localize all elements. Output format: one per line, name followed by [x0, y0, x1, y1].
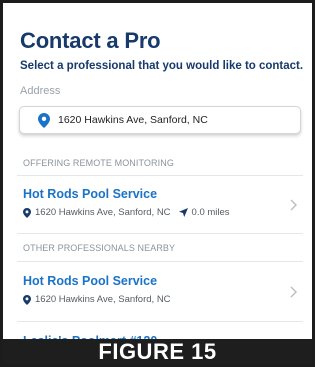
chevron-right-icon	[289, 286, 297, 298]
pro-distance: 0.0 miles	[191, 207, 230, 218]
address-label: Address	[20, 85, 61, 97]
location-pin-icon	[23, 207, 31, 218]
page-subtitle: Select a professional that you would lik…	[20, 60, 304, 72]
section-label-nearby: OTHER PROFESSIONALS NEARBY	[23, 243, 176, 253]
section-label-remote-monitoring: OFFERING REMOTE MONITORING	[23, 158, 174, 168]
figure-caption: FIGURE 15	[3, 339, 312, 364]
pro-name: Hot Rods Pool Service	[23, 187, 158, 201]
pro-meta: 1620 Hawkins Ave, Sanford, NC 0.0 miles	[23, 207, 230, 218]
divider	[17, 233, 303, 234]
pro-address: 1620 Hawkins Ave, Sanford, NC	[35, 207, 171, 218]
pro-address: 1620 Hawkins Ave, Sanford, NC	[35, 294, 171, 305]
pro-list-item[interactable]: Hot Rods Pool Service 1620 Hawkins Ave, …	[17, 187, 303, 233]
screenshot-frame: Contact a Pro Select a professional that…	[0, 0, 315, 367]
pro-name: Hot Rods Pool Service	[23, 274, 158, 288]
divider	[17, 261, 303, 262]
navigation-arrow-icon	[178, 208, 188, 217]
location-pin-icon	[23, 294, 31, 305]
divider	[17, 175, 303, 176]
address-value: 1620 Hawkins Ave, Sanford, NC	[58, 114, 208, 126]
pro-meta: 1620 Hawkins Ave, Sanford, NC	[23, 294, 171, 305]
address-field[interactable]: 1620 Hawkins Ave, Sanford, NC	[19, 106, 301, 134]
location-pin-icon	[38, 112, 50, 128]
chevron-right-icon	[289, 199, 297, 211]
pro-list-item[interactable]: Hot Rods Pool Service 1620 Hawkins Ave, …	[17, 274, 303, 320]
divider	[17, 321, 303, 322]
page-title: Contact a Pro	[20, 28, 161, 53]
